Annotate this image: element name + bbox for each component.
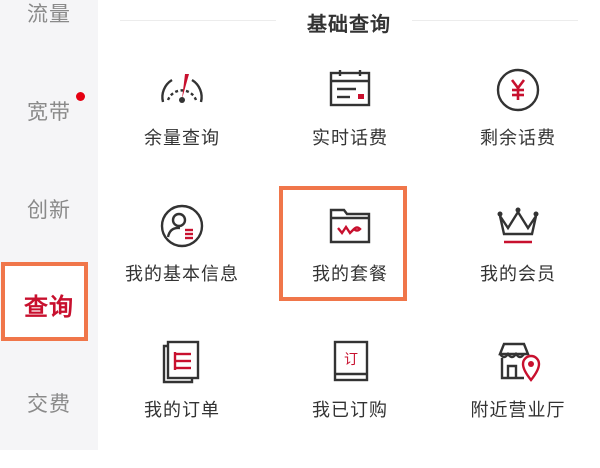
folder-package-icon [326,202,374,250]
category-sidebar: 流量 宽带 创新 查询 交费 [0,0,98,450]
grid-item-my-orders[interactable]: 我的订单 [98,338,266,468]
sidebar-item-label: 流量 [27,2,71,26]
grid-item-label: 附近营业厅 [470,400,566,421]
bill-icon [326,66,374,114]
grid-item-label: 我的基本信息 [125,264,239,285]
grid-item-label: 我已订购 [312,400,388,421]
gauge-icon [158,66,206,114]
section-header: 基础查询 [98,0,600,44]
notification-dot [76,92,85,101]
grid-item-my-membership[interactable]: 我的会员 [434,202,600,332]
subscription-book-icon: 订 [326,338,374,386]
sidebar-item-label: 创新 [27,198,71,222]
grid-item-label: 剩余话费 [480,128,556,149]
user-profile-icon [158,202,206,250]
grid-item-label: 我的套餐 [312,264,388,285]
crown-icon [494,202,542,250]
grid-item-nearby-store[interactable]: 附近营业厅 [434,338,600,468]
sidebar-item-innovation[interactable]: 创新 [0,194,98,224]
sidebar-item-traffic[interactable]: 流量 [0,0,98,28]
grid-item-my-package[interactable]: 我的套餐 [266,202,434,332]
store-location-icon [494,338,542,386]
grid-item-remaining-bill[interactable]: 剩余话费 [434,66,600,196]
grid-item-label: 实时话费 [312,128,388,149]
sidebar-item-payment[interactable]: 交费 [0,388,98,418]
sidebar-item-label: 宽带 [27,100,71,124]
grid-item-balance-query[interactable]: 余量查询 [98,66,266,196]
section-title: 基础查询 [307,12,391,36]
sidebar-item-label: 查询 [24,293,74,321]
grid-item-label: 我的会员 [480,264,556,285]
grid-item-label: 余量查询 [144,128,220,149]
grid-item-label: 我的订单 [144,400,220,421]
sidebar-item-label: 交费 [27,392,71,416]
grid-item-basic-info[interactable]: 我的基本信息 [98,202,266,332]
yuan-coin-icon [494,66,542,114]
grid-item-realtime-bill[interactable]: 实时话费 [266,66,434,196]
sidebar-item-query[interactable]: 查询 [0,287,98,322]
svg-text:订: 订 [344,352,358,368]
order-list-icon [158,338,206,386]
sidebar-item-broadband[interactable]: 宽带 [0,92,98,126]
grid-item-subscribed[interactable]: 订 我已订购 [266,338,434,468]
